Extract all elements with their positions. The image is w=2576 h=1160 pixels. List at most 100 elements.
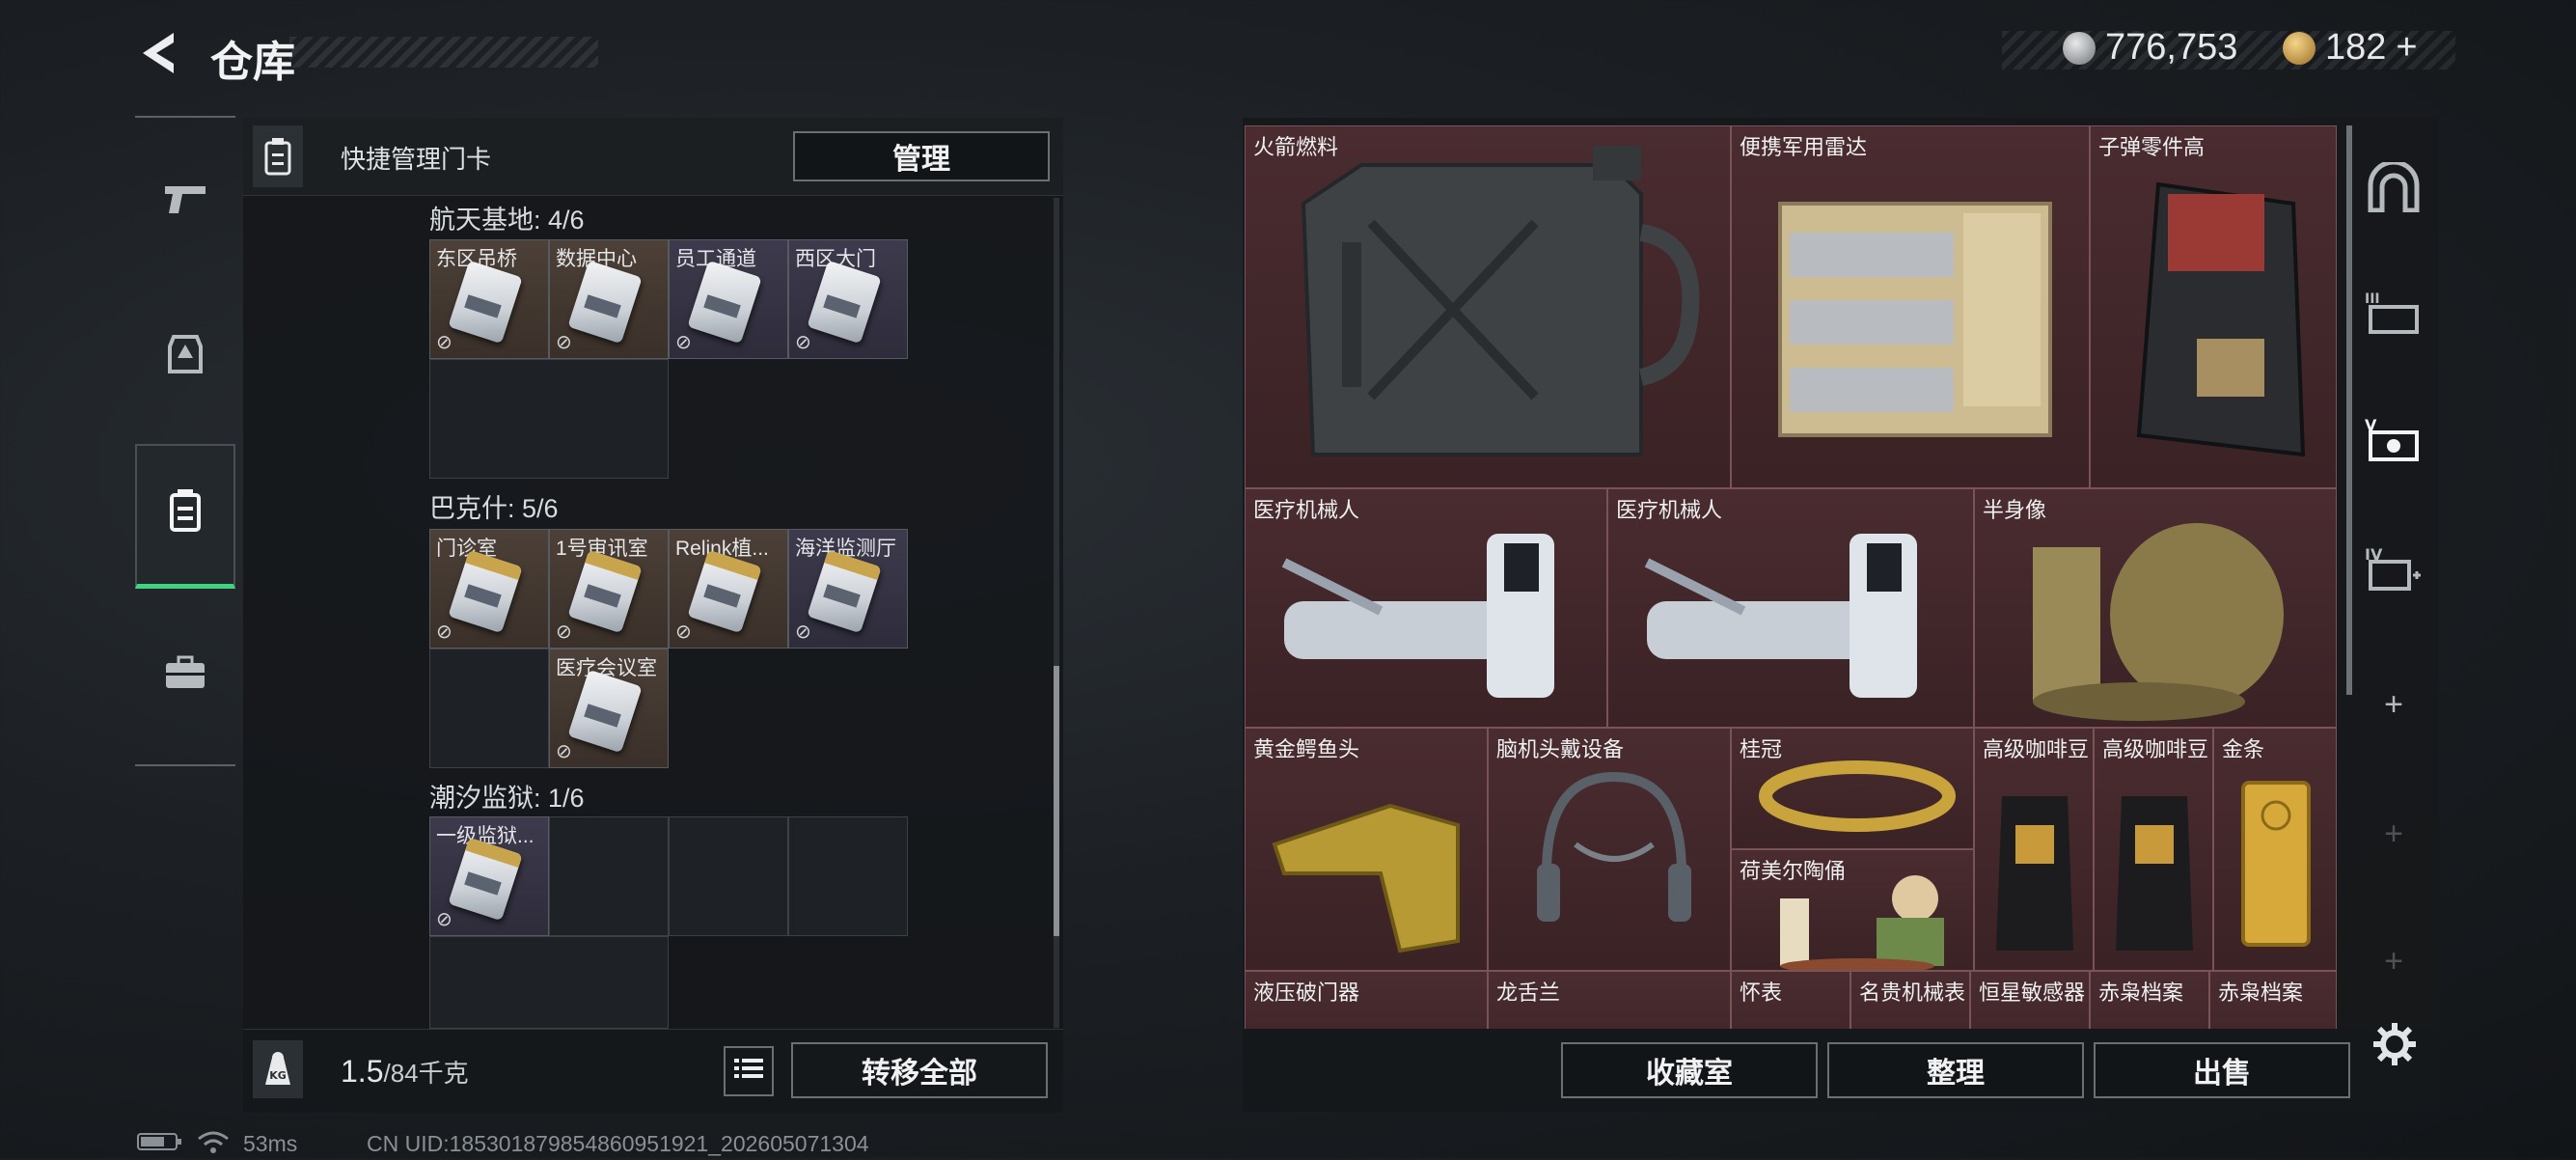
add-stash-2[interactable]: + xyxy=(2359,799,2428,869)
stash-V-icon: V xyxy=(2365,415,2423,474)
add-stash-3[interactable]: + xyxy=(2359,926,2428,996)
collection-item[interactable]: 火箭燃料 xyxy=(1245,125,1731,488)
keycard-item[interactable]: 海洋监测厅 ⊘ xyxy=(788,529,908,649)
vault-button[interactable]: 收藏室 xyxy=(1561,1042,1818,1098)
keycard-item[interactable]: 1号审讯室 ⊘ xyxy=(549,529,669,649)
collection-grid: 火箭燃料 便携军用雷达 子弹零件高 医疗机械人 医疗机械人 半身像 黄金鳄鱼头 … xyxy=(1245,125,2337,1029)
collection-item[interactable]: 怀表 xyxy=(1731,971,1850,1029)
keycard-item[interactable]: 医疗会议室 ⊘ xyxy=(549,649,669,768)
collection-item[interactable]: 金条 xyxy=(2213,728,2337,971)
keycard-item[interactable]: Relink植... ⊘ xyxy=(669,529,788,649)
collection-item[interactable]: 液压破门器 xyxy=(1245,971,1488,1029)
supplies-tab[interactable] xyxy=(135,605,235,750)
settings-gear-icon[interactable] xyxy=(2371,1021,2418,1079)
collection-item[interactable]: 高级咖啡豆 xyxy=(2094,728,2213,971)
silver-currency: 776,753 xyxy=(2063,27,2237,69)
collection-item[interactable]: 医疗机械人 xyxy=(1607,488,1974,728)
equipment-tab[interactable] xyxy=(135,287,235,431)
silver-amount: 776,753 xyxy=(2105,27,2238,68)
category-nav xyxy=(135,116,235,766)
group-label-bakhsh: 巴克什: 5/6 xyxy=(429,494,559,523)
sort-button[interactable]: 整理 xyxy=(1827,1042,2084,1098)
keycard-item[interactable]: 东区吊桥 ⊘ xyxy=(429,239,549,359)
title-decoration xyxy=(289,37,598,68)
keycard-icon xyxy=(567,549,643,634)
collection-item[interactable]: 荷美尔陶俑 xyxy=(1731,849,1974,971)
silver-coin-icon xyxy=(2063,31,2096,65)
unlink-icon: ⊘ xyxy=(795,332,811,353)
gold-plus[interactable]: + xyxy=(2396,27,2417,69)
wifi-icon xyxy=(197,1131,230,1160)
collection-item[interactable]: 子弹零件高 xyxy=(2090,125,2337,488)
unlink-icon: ⊘ xyxy=(436,621,452,643)
keycard-icon xyxy=(448,260,523,345)
collection-item[interactable]: 赤枭档案 xyxy=(2209,971,2337,1029)
pistol-icon xyxy=(161,180,209,229)
collection-item[interactable]: 便携军用雷达 xyxy=(1731,125,2090,488)
keycard-scroll-thumb[interactable] xyxy=(1054,666,1059,936)
keycard-item[interactable]: 西区大门 ⊘ xyxy=(788,239,908,359)
plus-icon: + xyxy=(2384,942,2403,980)
group-label-aerospace: 航天基地: 4/6 xyxy=(429,206,585,235)
medical-robot-icon xyxy=(1644,534,1917,698)
keycard-item[interactable]: 门诊室 ⊘ xyxy=(429,529,549,649)
keycard-item[interactable]: 一级监狱... ⊘ xyxy=(429,816,549,936)
sell-button[interactable]: 出售 xyxy=(2094,1042,2350,1098)
empty-slot xyxy=(429,649,549,768)
list-icon xyxy=(734,1055,763,1088)
collection-item[interactable]: 医疗机械人 xyxy=(1245,488,1607,728)
keycard-icon xyxy=(687,549,762,634)
bci-headset-icon xyxy=(1537,771,1691,922)
collection-item[interactable]: 龙舌兰 xyxy=(1488,971,1731,1029)
keycard-icon xyxy=(807,260,882,345)
stash-5-tab[interactable]: V xyxy=(2359,409,2428,479)
collection-item[interactable]: 恒星敏感器 xyxy=(1970,971,2090,1029)
collection-item[interactable]: 高级咖啡豆 xyxy=(1974,728,2094,971)
keycard-item[interactable]: 员工通道 ⊘ xyxy=(669,239,788,359)
empty-slot xyxy=(669,816,788,936)
gold-currency[interactable]: 182 + xyxy=(2283,27,2418,69)
weight-icon: KG xyxy=(253,1040,303,1098)
back-arrow-icon[interactable] xyxy=(135,29,183,77)
arch-icon xyxy=(2367,159,2421,221)
coffee-bag-icon xyxy=(2116,796,2193,951)
manage-button[interactable]: 管理 xyxy=(793,131,1050,181)
laurel-crown-icon xyxy=(1759,760,1956,832)
keycards-tab[interactable] xyxy=(135,444,235,589)
stash-III-icon: III xyxy=(2365,290,2423,345)
stash-3-tab[interactable]: III xyxy=(2359,282,2428,351)
collection-item[interactable]: 名贵机械表 xyxy=(1850,971,1970,1029)
stash-4-tab[interactable]: IV xyxy=(2359,539,2428,608)
golden-crocodile-head-icon xyxy=(1272,803,1460,953)
keycard-icon xyxy=(807,549,882,634)
keycard-item[interactable]: 数据中心 ⊘ xyxy=(549,239,669,359)
add-stash-1[interactable]: + xyxy=(2359,670,2428,739)
gold-coin-icon xyxy=(2283,31,2316,65)
weight-value: 1.5 xyxy=(341,1054,384,1089)
collection-room-tab[interactable] xyxy=(2359,156,2428,226)
collection-item[interactable]: 半身像 xyxy=(1974,488,2337,728)
unlink-icon: ⊘ xyxy=(556,741,572,762)
keycard-manager-icon xyxy=(253,125,303,187)
collection-item[interactable]: 桂冠 xyxy=(1731,728,1974,849)
keycard-case-icon xyxy=(168,487,203,543)
unlink-icon: ⊘ xyxy=(795,621,811,643)
collection-item[interactable]: 脑机头戴设备 xyxy=(1488,728,1731,971)
plus-icon: + xyxy=(2384,815,2403,852)
briefcase-icon xyxy=(164,655,206,700)
transfer-all-button[interactable]: 转移全部 xyxy=(791,1042,1048,1098)
list-view-button[interactable] xyxy=(724,1046,774,1096)
collection-item[interactable]: 赤枭档案 xyxy=(2090,971,2209,1029)
ping-readout: 53ms xyxy=(243,1131,298,1156)
unlink-icon: ⊘ xyxy=(436,909,452,930)
svg-text:III: III xyxy=(2365,291,2380,307)
keycard-icon xyxy=(567,260,643,345)
weapons-tab[interactable] xyxy=(135,132,235,277)
stash-scrollbar[interactable] xyxy=(2346,125,2352,695)
collection-item[interactable]: 黄金鳄鱼头 xyxy=(1245,728,1488,971)
stash-IV-icon: IV xyxy=(2365,544,2423,603)
keycard-icon xyxy=(567,669,643,754)
bust-statue-icon xyxy=(2033,523,2284,721)
ammo-parts-case-icon xyxy=(2136,181,2306,457)
unlink-icon: ⊘ xyxy=(675,621,692,643)
